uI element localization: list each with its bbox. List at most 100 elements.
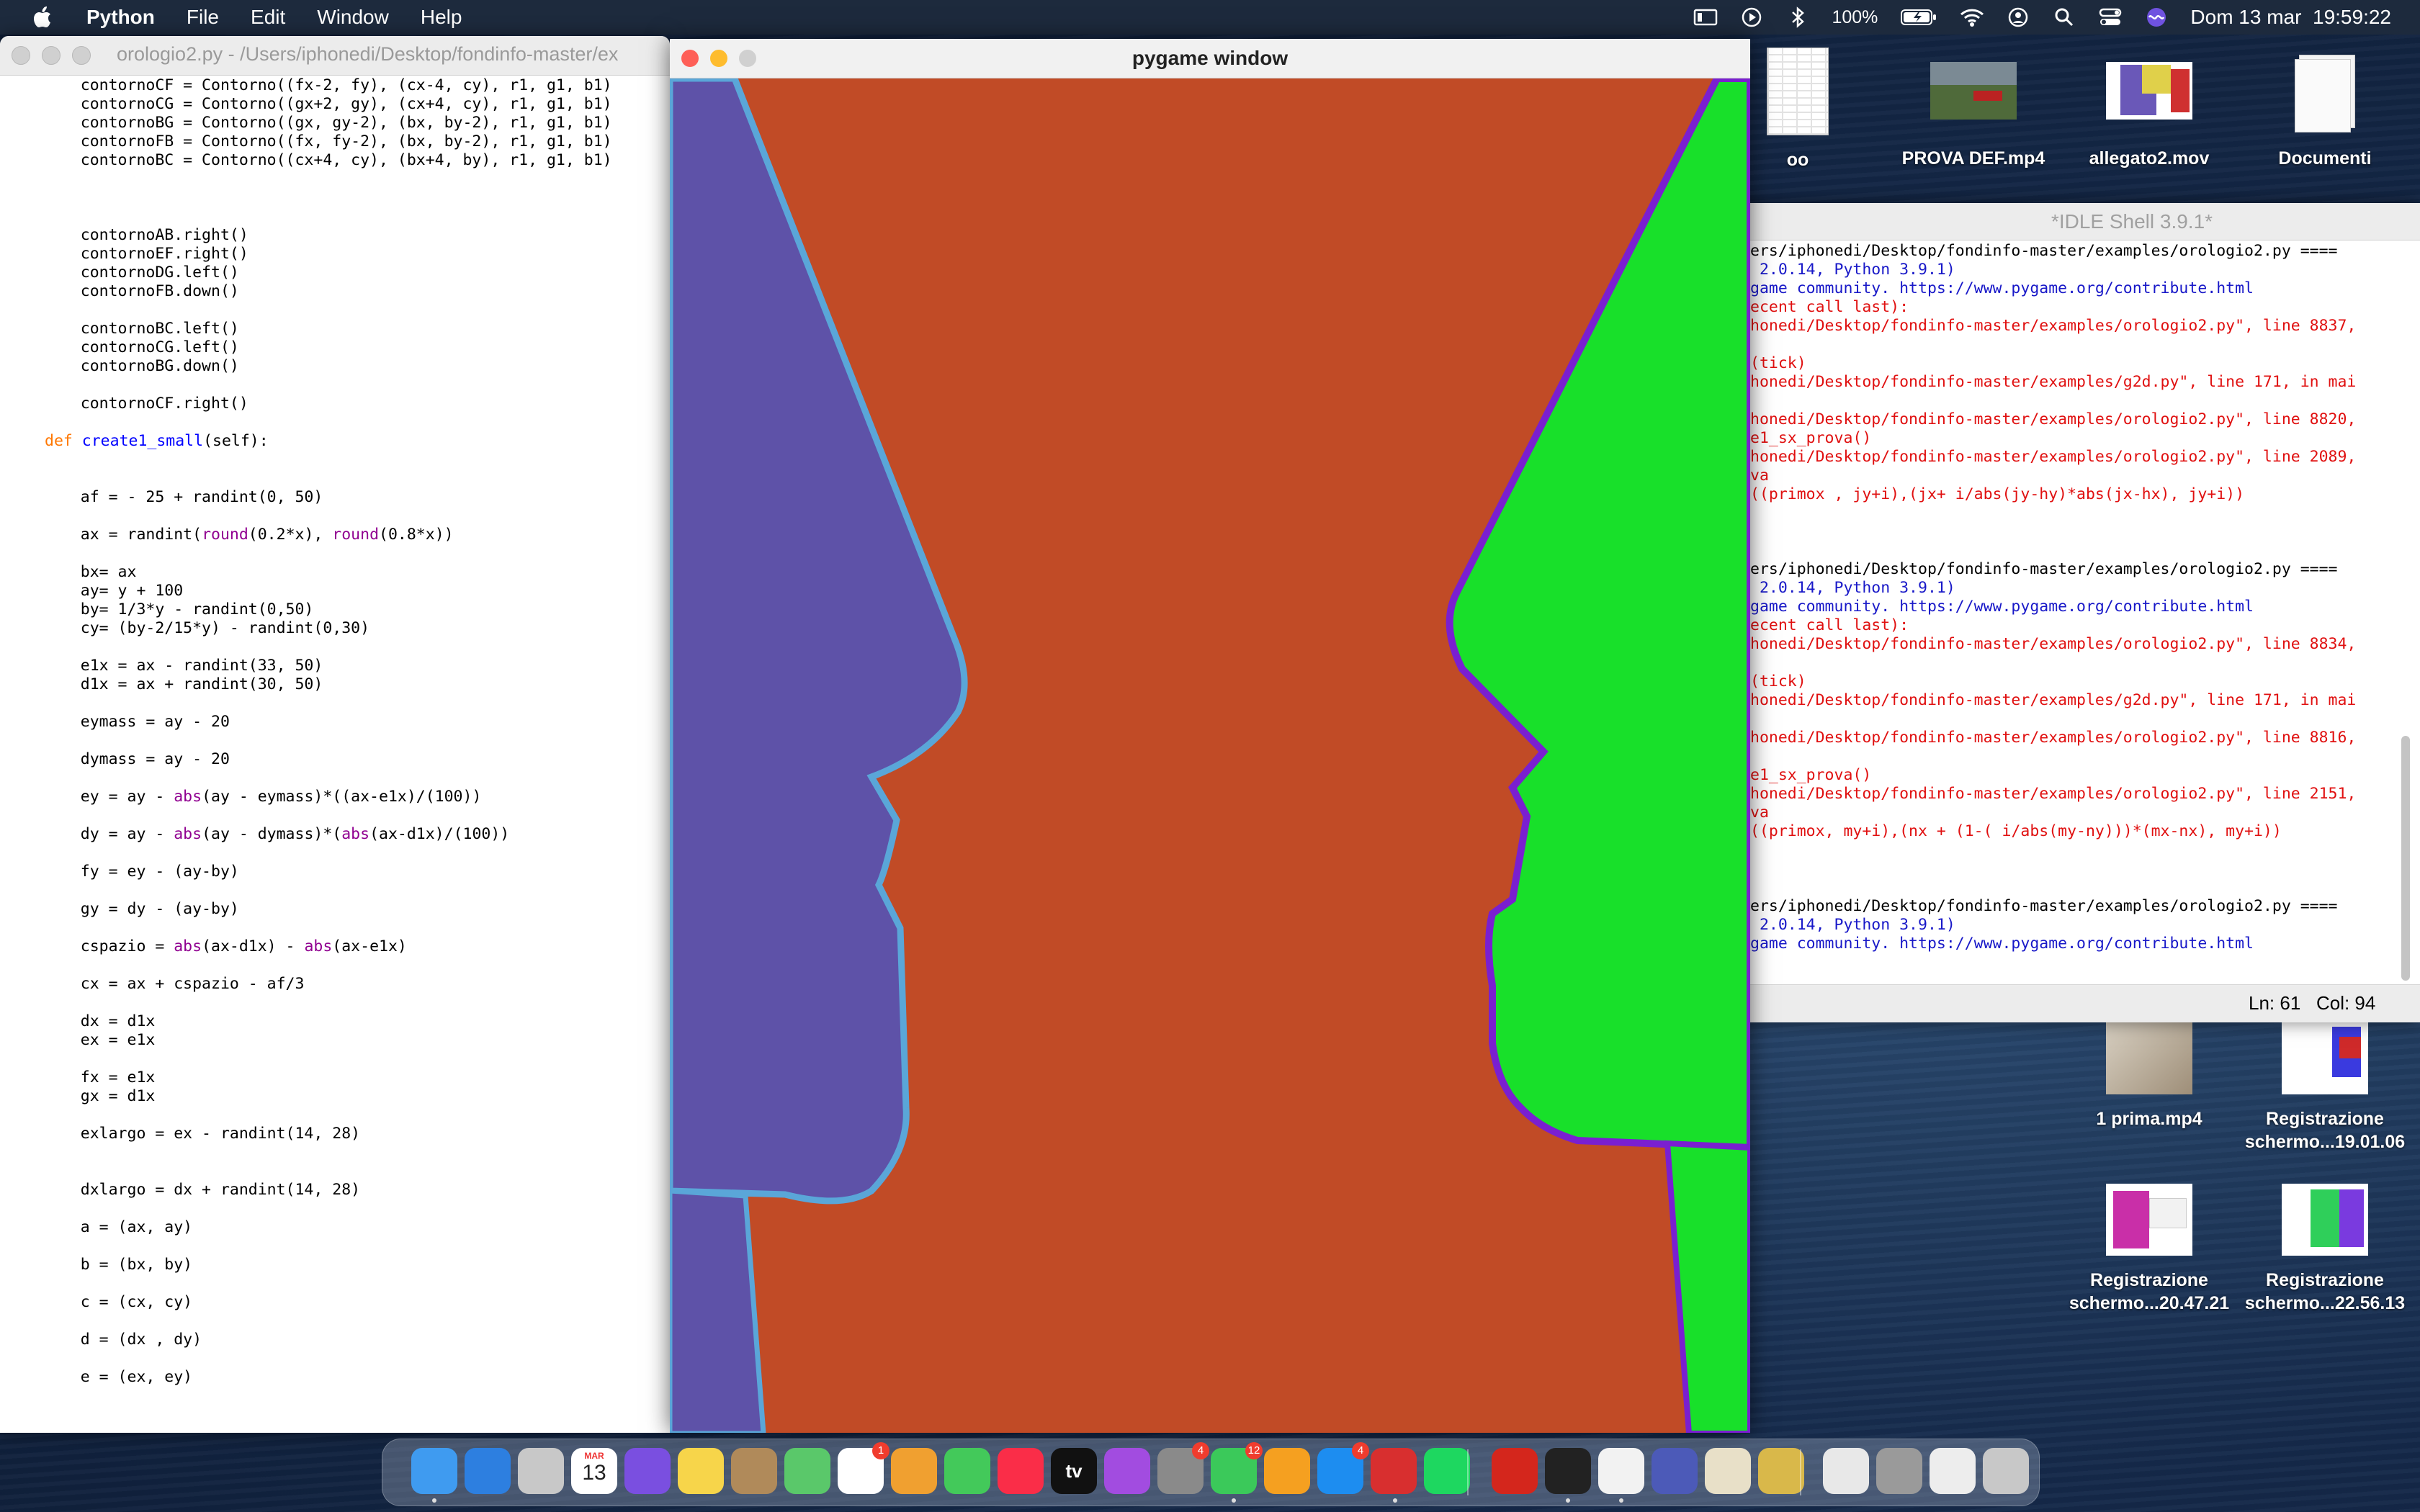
menubar-clock[interactable]: Dom 13 mar 19:59:22 — [2190, 6, 2391, 29]
podcasts-icon[interactable] — [1104, 1448, 1150, 1494]
menu-window[interactable]: Window — [317, 6, 389, 29]
pygame-titlebar[interactable]: pygame window — [670, 39, 1750, 78]
battery-percent: 100% — [1832, 6, 1878, 27]
cursor-position: Ln: 61 Col: 94 — [2249, 992, 2376, 1014]
code-line: cy= (by-2/15*y) - randint(0,30) — [43, 619, 370, 637]
user-account-icon[interactable] — [2006, 6, 2030, 28]
notes-icon[interactable] — [678, 1448, 724, 1494]
screen-stack-icon[interactable] — [1930, 1448, 1976, 1494]
editor-titlebar[interactable]: orologio2.py - /Users/iphonedi/Desktop/f… — [0, 36, 670, 76]
wifi-icon[interactable] — [1960, 6, 1984, 28]
preview-icon[interactable] — [1705, 1448, 1751, 1494]
teams-icon[interactable] — [1652, 1448, 1698, 1494]
reminders-icon[interactable]: 1 — [838, 1442, 889, 1494]
trash-icon[interactable] — [1983, 1448, 2029, 1494]
system-preferences-icon[interactable]: 4 — [1157, 1442, 1209, 1494]
shell-output-line: honedi/Desktop/fondinfo-master/examples/… — [1750, 785, 2357, 803]
contacts-icon[interactable] — [731, 1448, 777, 1494]
desktop-icon-prova-def[interactable]: PROVA DEF.mp4 — [1887, 48, 2060, 170]
code-line: fx = e1x — [43, 1068, 156, 1086]
shell-output-line: honedi/Desktop/fondinfo-master/examples/… — [1750, 691, 2357, 709]
desktop-icon-registrazione-3[interactable]: Registrazione schermo...22.56.13 — [2238, 1184, 2411, 1315]
idle-editor-window: orologio2.py - /Users/iphonedi/Desktop/f… — [0, 36, 670, 1433]
menu-help[interactable]: Help — [421, 6, 462, 29]
shell-output-line: e1_sx_prova() — [1750, 429, 1872, 447]
minimize-button[interactable] — [42, 46, 60, 65]
battery-icon[interactable] — [1899, 6, 1938, 28]
code-line: exlargo = ex - randint(14, 28) — [43, 1125, 361, 1143]
idle-shell-window: *IDLE Shell 3.9.1* ers/iphonedi/Desktop/… — [1729, 203, 2420, 1022]
play-icon[interactable] — [1739, 6, 1764, 28]
shell-output-area[interactable]: ers/iphonedi/Desktop/fondinfo-master/exa… — [1729, 242, 2406, 984]
display-mirroring-icon[interactable] — [1693, 6, 1718, 28]
code-line: contornoEF.right() — [43, 245, 248, 263]
shell-statusbar: Ln: 61 Col: 94 — [1729, 984, 2420, 1022]
code-line: ex = e1x — [43, 1031, 156, 1049]
launchpad-icon[interactable] — [518, 1448, 564, 1494]
code-line: b = (bx, by) — [43, 1256, 193, 1274]
finder-icon[interactable] — [411, 1448, 457, 1494]
desktop-icon-1-prima[interactable]: 1 prima.mp4 — [2063, 1022, 2236, 1130]
code-line: e = (ex, ey) — [43, 1368, 193, 1386]
shell-titlebar[interactable]: *IDLE Shell 3.9.1* — [1729, 203, 2420, 240]
video-thumbnail-icon — [2106, 1022, 2192, 1094]
code-line: contornoAB.right() — [43, 226, 248, 244]
calendar-month: MAR — [584, 1451, 604, 1461]
maps-icon[interactable] — [784, 1448, 830, 1494]
siri-icon[interactable] — [624, 1448, 671, 1494]
terminal-icon[interactable] — [1545, 1448, 1591, 1494]
downloads-stack-icon[interactable] — [1876, 1448, 1922, 1494]
shell-scrollbar[interactable] — [2401, 736, 2410, 981]
menu-edit[interactable]: Edit — [251, 6, 285, 29]
python-launcher-icon[interactable] — [1758, 1448, 1804, 1494]
siri-icon[interactable] — [2144, 6, 2169, 28]
messages-icon[interactable] — [944, 1448, 990, 1494]
shell-output-line: ers/iphonedi/Desktop/fondinfo-master/exa… — [1750, 897, 2338, 915]
close-button[interactable] — [12, 46, 30, 65]
photo-booth-icon[interactable] — [1371, 1448, 1417, 1494]
music-icon[interactable] — [998, 1448, 1044, 1494]
code-line: contornoCG.left() — [43, 338, 239, 356]
code-line: by= 1/3*y - randint(0,50) — [43, 600, 314, 618]
running-indicator — [1619, 1498, 1623, 1503]
shell-output-line: honedi/Desktop/fondinfo-master/examples/… — [1750, 729, 2357, 747]
spotlight-search-icon[interactable] — [2052, 6, 2076, 28]
code-line: contornoBG = Contorno((gx, gy-2), (bx, b… — [43, 114, 612, 132]
bluetooth-icon[interactable] — [1785, 6, 1810, 28]
code-line-def: def create1_small(self): — [45, 432, 269, 451]
code-line: d = (dx , dy) — [43, 1331, 202, 1349]
code-line: cspazio = abs(ax-d1x) - abs(ax-e1x) — [43, 937, 407, 955]
desktop-icon-documenti[interactable]: Documenti — [2238, 48, 2411, 170]
apple-menu-icon[interactable] — [29, 3, 58, 32]
shell-output-line: ers/iphonedi/Desktop/fondinfo-master/exa… — [1750, 242, 2338, 260]
calendar-icon[interactable]: MAR 13 — [571, 1448, 617, 1494]
desktop-icon-label: PROVA DEF.mp4 — [1901, 148, 2045, 168]
shell-output-line: ((primox, my+i),(nx + (1-( i/abs(my-ny))… — [1750, 822, 2282, 840]
tv-icon[interactable]: tv — [1051, 1448, 1097, 1494]
pages-icon[interactable] — [1264, 1448, 1310, 1494]
code-line: a = (ax, ay) — [43, 1218, 193, 1236]
documents-stack-icon[interactable] — [1823, 1448, 1869, 1494]
textedit-icon[interactable] — [1598, 1448, 1644, 1494]
app-store-icon[interactable]: 4 — [1317, 1442, 1369, 1494]
code-line: fy = ey - (ay-by) — [43, 863, 239, 881]
desktop-icon-allegato2[interactable]: allegato2.mov — [2063, 48, 2236, 170]
desktop-icon-label: Registrazione schermo...22.56.13 — [2244, 1270, 2406, 1313]
shell-output-line: honedi/Desktop/fondinfo-master/examples/… — [1750, 410, 2357, 428]
photos-icon[interactable] — [891, 1448, 937, 1494]
control-center-icon[interactable] — [2098, 6, 2123, 28]
pygame-canvas[interactable] — [670, 78, 1750, 1433]
spotify-icon[interactable] — [1424, 1448, 1470, 1494]
desktop-icon-registrazione-2[interactable]: Registrazione schermo...20.47.21 — [2063, 1184, 2236, 1315]
acrobat-icon[interactable] — [1492, 1448, 1538, 1494]
video-thumbnail-icon — [1930, 48, 2017, 134]
desktop-icon-registrazione-1[interactable]: Registrazione schermo...19.01.06 — [2238, 1022, 2411, 1153]
notification-badge: 12 — [1245, 1442, 1263, 1459]
zoom-button[interactable] — [72, 46, 91, 65]
facetime-icon[interactable]: 12 — [1211, 1442, 1263, 1494]
shell-output-line: honedi/Desktop/fondinfo-master/examples/… — [1750, 635, 2357, 653]
app-menu-python[interactable]: Python — [86, 6, 155, 29]
safari-icon[interactable] — [465, 1448, 511, 1494]
menu-file[interactable]: File — [187, 6, 219, 29]
code-editor-text-area[interactable]: contornoCF = Contorno((fx-2, fy), (cx-4,… — [0, 76, 670, 1433]
